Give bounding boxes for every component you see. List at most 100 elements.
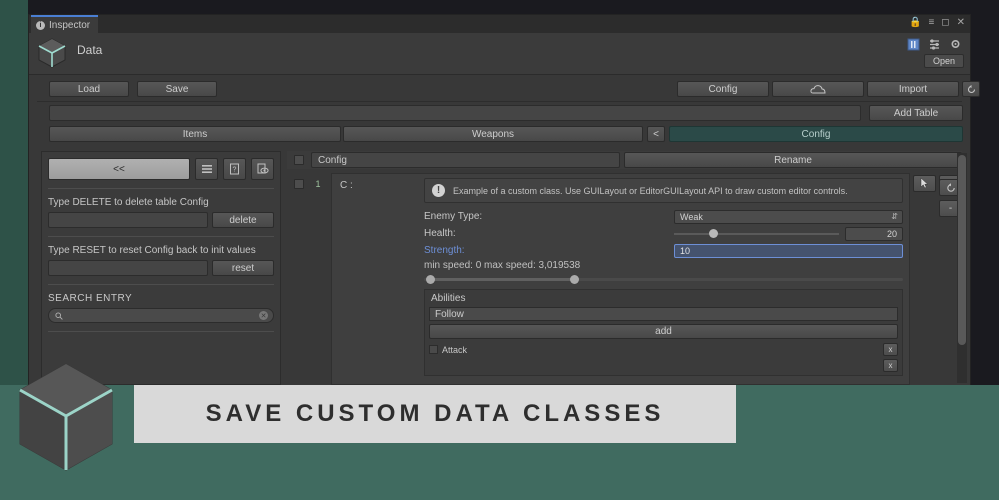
add-table-button[interactable]: Add Table	[869, 105, 963, 121]
tab-config[interactable]: Config	[669, 126, 963, 142]
main-toolbar: Load Save Config Import	[37, 81, 962, 99]
window-titlebar: i Inspector 🔒 ≡ ◻ ✕	[29, 15, 970, 33]
collapse-button[interactable]: <<	[48, 158, 190, 180]
cube-logo	[14, 358, 118, 476]
info-icon: !	[432, 184, 445, 197]
banner-text: SAVE CUSTOM DATA CLASSES	[206, 400, 665, 428]
scrollbar-thumb[interactable]	[958, 155, 966, 345]
tab-items[interactable]: Items	[49, 126, 341, 142]
save-button[interactable]: Save	[137, 81, 217, 97]
inspector-window: i Inspector 🔒 ≡ ◻ ✕ Data	[28, 14, 971, 385]
entry-index: 1	[311, 179, 325, 189]
config-checkbox[interactable]	[294, 155, 304, 165]
speed-range-slider[interactable]	[424, 275, 903, 283]
list-icon-button[interactable]	[195, 158, 218, 180]
remove-ability-button[interactable]: x	[883, 343, 898, 356]
reset-table-section: Type RESET to reset Config back to init …	[48, 245, 274, 276]
delete-row: delete	[48, 212, 274, 228]
tab-prev-button[interactable]: <	[647, 126, 665, 142]
field-label-c: C :	[340, 180, 353, 191]
custom-class-fields: ! Example of a custom class. Use GUILayo…	[424, 178, 903, 376]
abilities-title: Abilities	[425, 290, 902, 307]
health-value[interactable]: 20	[845, 227, 903, 241]
abilities-section: Abilities Follow add Attack x x	[424, 289, 903, 376]
asset-header: Data Open	[29, 33, 970, 75]
open-button[interactable]: Open	[924, 54, 964, 68]
menu-icon[interactable]: ≡	[928, 18, 934, 28]
refresh-button[interactable]	[962, 81, 980, 97]
table-name-row: Add Table	[37, 105, 962, 123]
speed-readout: min speed: 0 max speed: 3,019538	[424, 260, 903, 271]
remove-ability-button-2[interactable]: x	[883, 359, 898, 372]
cursor-icon-button[interactable]	[913, 175, 936, 192]
inspector-body: Load Save Config Import Add Table	[29, 75, 970, 385]
cursor-icon	[920, 178, 929, 189]
table-tabs: Items Weapons < Config	[37, 126, 962, 144]
enemy-type-row: Enemy Type: Weak ⇵	[424, 209, 903, 224]
lock-icon[interactable]: 🔒	[909, 18, 921, 28]
magnifier-icon	[55, 312, 63, 320]
cloud-button[interactable]	[772, 81, 864, 97]
asset-title: Data	[77, 43, 102, 57]
load-button[interactable]: Load	[49, 81, 129, 97]
document-icon: ?	[229, 163, 240, 175]
close-icon[interactable]: ✕	[957, 18, 965, 28]
table-content-panel: Config Rename 1 CustomClass -	[287, 151, 962, 385]
health-label: Health:	[424, 228, 674, 239]
health-row: Health: 20	[424, 226, 903, 241]
import-button[interactable]: Import	[867, 81, 959, 97]
tab-weapons[interactable]: Weapons	[343, 126, 643, 142]
vertical-scrollbar[interactable]	[957, 153, 967, 383]
search-input[interactable]: ✕	[48, 308, 274, 323]
strength-input[interactable]: 10	[674, 244, 903, 258]
ability-name: Attack	[442, 345, 879, 355]
left-divider-2	[48, 236, 274, 237]
header-icon-group	[907, 38, 962, 51]
list-icon	[201, 163, 213, 175]
help-box: ! Example of a custom class. Use GUILayo…	[424, 178, 903, 203]
tab-inspector[interactable]: i Inspector	[31, 15, 98, 33]
range-knob-max[interactable]	[570, 275, 579, 284]
delete-button[interactable]: delete	[212, 212, 274, 228]
maximize-icon[interactable]: ◻	[941, 18, 949, 28]
refresh-icon	[967, 85, 976, 94]
left-panel-top-row: << ?	[42, 152, 280, 180]
left-divider-4	[48, 331, 274, 332]
info-icon: i	[36, 21, 45, 30]
enemy-type-dropdown[interactable]: Weak ⇵	[674, 210, 903, 224]
range-knob-min[interactable]	[426, 275, 435, 284]
health-slider[interactable]	[674, 233, 839, 235]
config-button[interactable]: Config	[677, 81, 769, 97]
range-fill	[430, 278, 573, 281]
table-name-input[interactable]	[49, 105, 861, 121]
rename-button[interactable]: Rename	[624, 152, 962, 168]
add-ability-button[interactable]: add	[429, 324, 898, 339]
health-slider-knob[interactable]	[709, 229, 718, 238]
reset-table-label: Type RESET to reset Config back to init …	[48, 245, 274, 256]
config-header-row: Config Rename	[287, 151, 962, 169]
banner: SAVE CUSTOM DATA CLASSES	[134, 385, 736, 443]
reset-row: reset	[48, 260, 274, 276]
ability-item-follow[interactable]: Follow	[429, 307, 898, 321]
enemy-type-value: Weak	[680, 212, 703, 222]
book-icon[interactable]	[907, 38, 920, 51]
ability-checkbox[interactable]	[429, 345, 438, 354]
document-icon-button[interactable]: ?	[223, 158, 246, 180]
entry-checkbox[interactable]	[294, 179, 304, 189]
delete-confirm-input[interactable]	[48, 212, 208, 228]
reset-confirm-input[interactable]	[48, 260, 208, 276]
config-name-field[interactable]: Config	[311, 152, 620, 168]
custom-class-card: C : ! Example of a custom class. Use GUI…	[331, 173, 910, 385]
chevron-updown-icon: ⇵	[891, 212, 898, 221]
window-controls: 🔒 ≡ ◻ ✕	[909, 18, 965, 28]
left-divider-3	[48, 284, 274, 285]
preset-icon[interactable]	[928, 38, 941, 51]
left-divider-1	[48, 188, 274, 189]
clear-icon[interactable]: ✕	[259, 311, 268, 320]
svg-text:?: ?	[233, 167, 237, 174]
preview-icon-button[interactable]	[251, 158, 274, 180]
gear-icon[interactable]	[949, 38, 962, 51]
reset-button[interactable]: reset	[212, 260, 274, 276]
ability-item-extra: x	[429, 359, 898, 372]
toolbar-divider	[37, 101, 962, 102]
